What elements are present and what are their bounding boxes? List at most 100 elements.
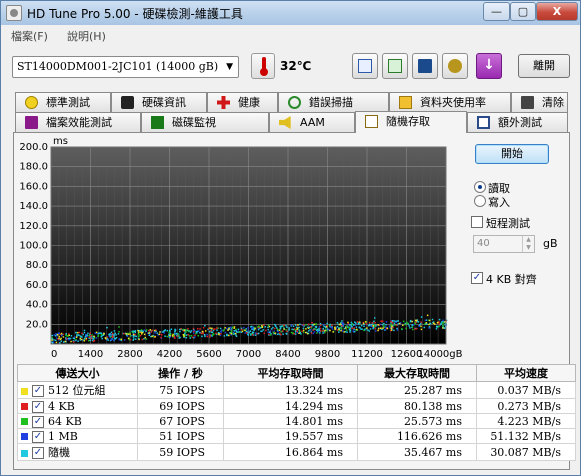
tab-3[interactable]: 錯誤掃描 [278,92,389,112]
x-tick-label: 11200 [351,349,383,360]
data-point [100,332,103,335]
data-point [77,334,80,336]
data-point [380,327,382,329]
short-test-size-value: 40 [477,238,490,249]
iops-cell: 67 IOPS [137,413,224,429]
start-button[interactable]: 開始 [475,144,549,164]
menu-file[interactable]: 檔案(F) [11,28,48,44]
data-point [347,323,350,325]
tab-2[interactable]: 健康 [207,92,278,112]
tab-4[interactable]: 資料夾使用率 [389,92,511,112]
tab-1[interactable]: 硬碟資訊 [111,92,207,112]
data-point [438,325,440,328]
tab-0[interactable]: 檔案效能測試 [15,112,141,132]
tab-0[interactable]: 標準測試 [15,92,111,112]
data-point [415,327,418,330]
data-point [306,332,309,335]
data-point [360,324,363,327]
data-point [89,332,92,335]
series-visibility-checkbox[interactable]: ✓ [32,447,44,459]
data-point [216,329,218,331]
menu-help[interactable]: 說明(H) [67,28,106,44]
data-point [189,337,192,339]
data-point [273,330,275,332]
data-point [154,332,156,334]
data-point [322,327,324,330]
data-point [51,334,54,337]
series-visibility-checkbox[interactable]: ✓ [32,430,44,443]
column-header[interactable]: 傳送大小 [17,364,138,382]
column-header[interactable]: 最大存取時間 [357,364,477,382]
maximize-button[interactable]: ▢ [510,2,536,21]
copy-text-button[interactable] [352,53,378,79]
data-point [123,339,126,341]
random-access-icon [365,115,378,128]
data-point [178,335,180,337]
download-button[interactable]: ↓ [476,53,502,79]
data-point [55,339,57,342]
column-header[interactable]: 操作 / 秒 [137,364,224,382]
data-point [81,332,83,335]
y-tick-label: 120.0 [19,221,48,232]
column-header[interactable]: 平均存取時間 [223,364,358,382]
avg-speed-cell: 0.273 MB/s [476,398,576,414]
data-point [212,328,215,331]
data-point [185,334,188,336]
data-point [66,338,68,340]
spin-arrows-icon[interactable]: ▲ ▼ [522,236,534,252]
data-point [395,321,397,324]
tab-5[interactable]: 清除 [511,92,568,112]
exit-button[interactable]: 離開 [518,54,570,78]
data-point [299,323,301,326]
write-radio-indicator [474,195,486,207]
avg-access-time-cell: 13.324 ms [223,381,358,399]
max-access-time-cell: 25.287 ms [357,381,477,399]
data-point [118,326,120,328]
data-point [370,325,373,328]
close-button[interactable]: X [536,2,578,21]
data-point [324,329,326,332]
minimize-button[interactable]: — [483,2,510,21]
copy-image-button[interactable] [382,53,408,79]
copy-image-icon [388,59,402,73]
options-button[interactable] [442,53,468,79]
column-header[interactable]: 平均速度 [476,364,576,382]
wrench-icon [448,59,462,73]
data-point [298,332,300,334]
series-visibility-checkbox[interactable]: ✓ [32,400,44,413]
tab-4[interactable]: 額外測試 [467,112,568,132]
data-point [193,332,195,334]
data-point [315,326,318,328]
data-point [180,328,182,330]
data-point [302,324,305,326]
save-button[interactable] [412,53,438,79]
data-point [368,321,371,324]
data-point [272,326,274,329]
series-visibility-checkbox[interactable]: ✓ [32,385,44,397]
data-point [201,335,203,338]
series-visibility-checkbox[interactable]: ✓ [32,415,44,428]
data-point [240,327,243,330]
data-point [269,334,272,336]
data-point [69,337,72,340]
data-point [269,330,272,332]
data-point [377,329,379,332]
y-tick-label: 200.0 [19,142,48,153]
short-test-size-input[interactable]: 40 ▲ ▼ [473,235,535,253]
transfer-size-cell: ✓ 1 MB [17,428,138,444]
tab-2[interactable]: AAM [269,112,355,132]
tab-1[interactable]: 磁碟監視 [141,112,269,132]
data-point [235,328,237,331]
drive-select[interactable]: ST14000DM001-2JC101 (14000 gB) ▼ [12,56,239,78]
data-point [433,322,435,325]
data-point [127,337,130,340]
data-point [304,331,307,334]
title-bar[interactable]: HD Tune Pro 5.00 - 硬碟檢測-維護工具 — ▢ X [1,1,580,25]
series-color-swatch [21,403,28,410]
data-point [262,329,264,331]
tab-3[interactable]: 隨機存取 [355,111,467,133]
data-point [336,322,339,324]
data-point [405,321,408,324]
data-point [126,335,129,337]
transfer-size-label: 隨機 [48,446,70,459]
